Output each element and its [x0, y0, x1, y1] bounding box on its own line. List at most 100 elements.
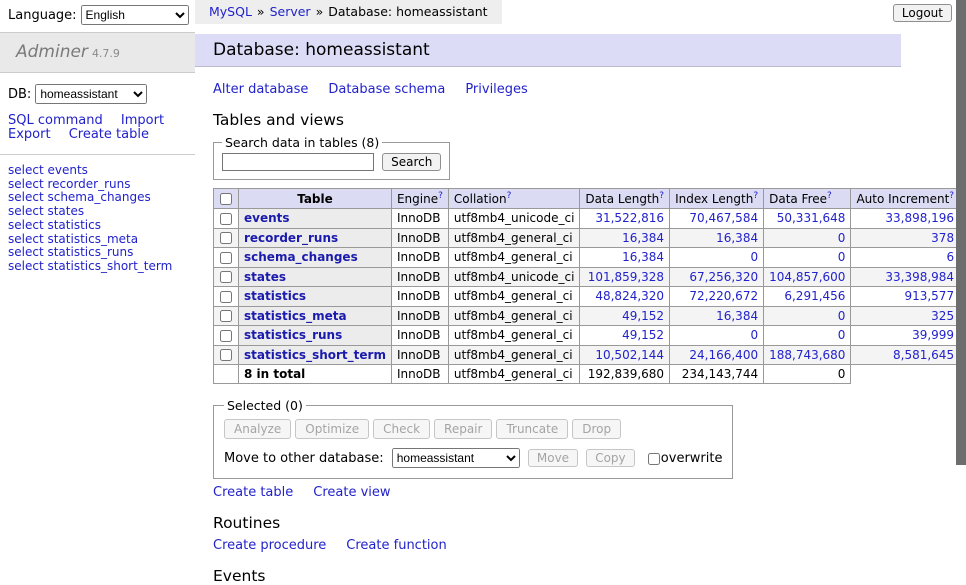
auto-increment-link[interactable]: 913,577: [904, 289, 954, 303]
table-link[interactable]: recorder_runs: [244, 231, 338, 245]
table-header-row: TableEngine?Collation?Data Length?Index …: [214, 189, 966, 209]
optimize-button[interactable]: Optimize: [295, 419, 369, 439]
drop-button[interactable]: Drop: [572, 419, 621, 439]
auto-increment-link[interactable]: 8,581,645: [893, 348, 954, 362]
row-checkbox[interactable]: [220, 310, 232, 322]
scrollbar-thumb[interactable]: [956, 0, 966, 465]
index-length-link[interactable]: 16,384: [716, 231, 758, 245]
data-free-link[interactable]: 0: [838, 250, 846, 264]
table-link[interactable]: events: [244, 211, 290, 225]
table-link[interactable]: schema_changes: [244, 250, 358, 264]
row-checkbox[interactable]: [220, 330, 232, 342]
sidebar-table-link[interactable]: select statistics_meta: [8, 232, 138, 246]
sidebar-table-link[interactable]: select statistics: [8, 218, 101, 232]
breadcrumb-link[interactable]: Server: [270, 4, 311, 19]
data-length-link[interactable]: 48,824,320: [595, 289, 664, 303]
link-create-table[interactable]: Create table: [213, 485, 293, 500]
sidebar-action-sql-command[interactable]: SQL command: [8, 113, 103, 128]
data-length-link[interactable]: 101,859,328: [588, 270, 664, 284]
move-db-select[interactable]: homeassistant: [392, 448, 520, 468]
link-create-procedure[interactable]: Create procedure: [213, 538, 326, 553]
data-free-link[interactable]: 0: [838, 231, 846, 245]
data-free-link[interactable]: 188,743,680: [769, 348, 845, 362]
help-link[interactable]: ?: [949, 191, 954, 201]
index-length-link[interactable]: 0: [750, 328, 758, 342]
collation-cell: utf8mb4_general_ci: [448, 248, 580, 268]
data-free-link[interactable]: 0: [838, 328, 846, 342]
data-length-link[interactable]: 31,522,816: [595, 211, 664, 225]
breadcrumb-separator: »: [257, 4, 265, 19]
sidebar-table-item: select statistics_runs: [8, 246, 187, 260]
sidebar-table-link[interactable]: select events: [8, 163, 88, 177]
link-create-function[interactable]: Create function: [346, 538, 446, 553]
sidebar-table-link[interactable]: select statistics_short_term: [8, 259, 172, 273]
sidebar-table-link[interactable]: select states: [8, 204, 84, 218]
link-privileges[interactable]: Privileges: [465, 82, 528, 97]
index-length-link[interactable]: 24,166,400: [689, 348, 758, 362]
help-link[interactable]: ?: [507, 191, 512, 201]
help-link[interactable]: ?: [438, 191, 443, 201]
select-all-checkbox[interactable]: [220, 193, 232, 205]
sidebar-table-link[interactable]: select recorder_runs: [8, 177, 131, 191]
index-length-link[interactable]: 0: [750, 250, 758, 264]
row-checkbox[interactable]: [220, 232, 232, 244]
link-database-schema[interactable]: Database schema: [328, 82, 445, 97]
index-length-cell: 0: [670, 326, 764, 346]
data-length-link[interactable]: 16,384: [622, 250, 664, 264]
data-free-link[interactable]: 6,291,456: [784, 289, 845, 303]
data-length-link[interactable]: 49,152: [622, 309, 664, 323]
help-link[interactable]: ?: [659, 191, 664, 201]
row-checkbox[interactable]: [220, 252, 232, 264]
logout-button[interactable]: Logout: [893, 4, 952, 22]
data-free-link[interactable]: 104,857,600: [769, 270, 845, 284]
move-button[interactable]: Move: [528, 449, 578, 467]
link-create-view[interactable]: Create view: [313, 485, 390, 500]
app-version[interactable]: 4.7.9: [92, 47, 120, 60]
db-select[interactable]: homeassistant: [35, 84, 147, 104]
table-link[interactable]: statistics_runs: [244, 328, 342, 342]
sidebar-table-link[interactable]: select schema_changes: [8, 190, 151, 204]
breadcrumb-link[interactable]: MySQL: [209, 4, 252, 19]
language-select[interactable]: English: [81, 5, 189, 25]
sidebar-table-link[interactable]: select statistics_runs: [8, 245, 133, 259]
data-length-link[interactable]: 49,152: [622, 328, 664, 342]
analyze-button[interactable]: Analyze: [224, 419, 291, 439]
overwrite-checkbox[interactable]: [648, 453, 660, 465]
sidebar-action-create-table[interactable]: Create table: [69, 127, 149, 142]
data-length-link[interactable]: 16,384: [622, 231, 664, 245]
index-length-link[interactable]: 70,467,584: [689, 211, 758, 225]
row-checkbox[interactable]: [220, 291, 232, 303]
data-length-link[interactable]: 10,502,144: [595, 348, 664, 362]
help-link[interactable]: ?: [753, 191, 758, 201]
table-link[interactable]: states: [244, 270, 286, 284]
auto-increment-link[interactable]: 33,898,196: [885, 211, 954, 225]
link-alter-database[interactable]: Alter database: [213, 82, 308, 97]
search-input[interactable]: [222, 153, 374, 171]
check-button[interactable]: Check: [373, 419, 430, 439]
table-link[interactable]: statistics_short_term: [244, 348, 386, 362]
row-checkbox[interactable]: [220, 271, 232, 283]
auto-increment-link[interactable]: 39,999: [912, 328, 954, 342]
help-link[interactable]: ?: [827, 191, 832, 201]
copy-button[interactable]: Copy: [586, 449, 634, 467]
search-button[interactable]: Search: [382, 153, 441, 171]
table-link[interactable]: statistics: [244, 289, 306, 303]
auto-increment-link[interactable]: 33,398,984: [885, 270, 954, 284]
row-checkbox[interactable]: [220, 349, 232, 361]
sidebar-action-export[interactable]: Export: [8, 127, 51, 142]
index-length-link[interactable]: 16,384: [716, 309, 758, 323]
table-link[interactable]: statistics_meta: [244, 309, 347, 323]
auto-increment-link[interactable]: 378: [931, 231, 954, 245]
table-row: statesInnoDButf8mb4_unicode_ci101,859,32…: [214, 267, 966, 287]
sidebar-action-import[interactable]: Import: [121, 113, 164, 128]
table-row: schema_changesInnoDButf8mb4_general_ci16…: [214, 248, 966, 268]
index-length-link[interactable]: 72,220,672: [689, 289, 758, 303]
row-checkbox[interactable]: [220, 213, 232, 225]
repair-button[interactable]: Repair: [434, 419, 492, 439]
auto-increment-link[interactable]: 325: [931, 309, 954, 323]
auto-increment-link[interactable]: 6: [946, 250, 954, 264]
data-free-link[interactable]: 50,331,648: [777, 211, 846, 225]
data-free-link[interactable]: 0: [838, 309, 846, 323]
truncate-button[interactable]: Truncate: [496, 419, 568, 439]
index-length-link[interactable]: 67,256,320: [689, 270, 758, 284]
